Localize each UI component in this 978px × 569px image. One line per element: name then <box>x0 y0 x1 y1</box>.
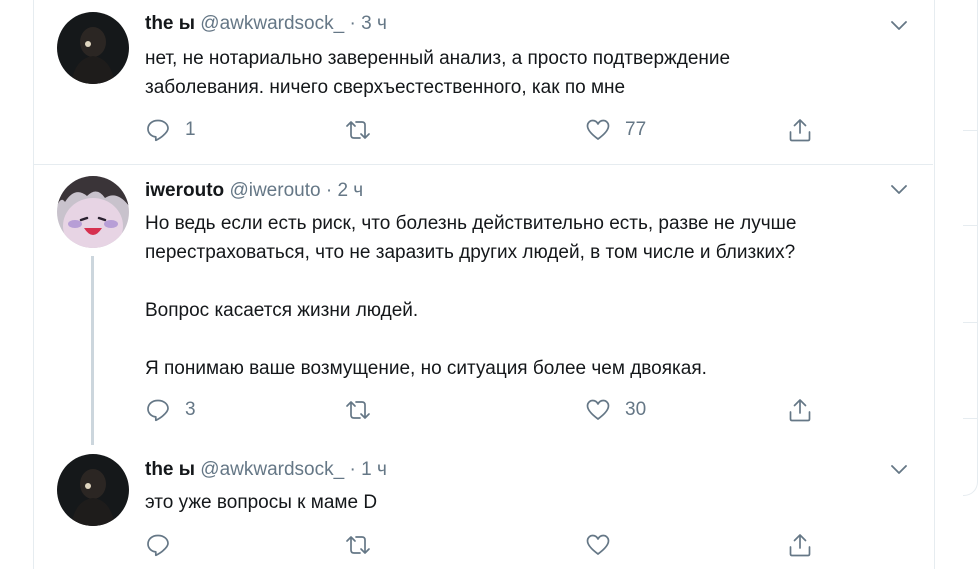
avatar[interactable] <box>57 176 129 248</box>
share-button[interactable] <box>787 395 813 425</box>
tweet-text: нет, не нотариально заверенный анализ, а… <box>145 48 731 98</box>
share-icon <box>787 532 813 558</box>
author-handle[interactable]: @iwerouto <box>229 180 320 201</box>
sidebar-divider <box>963 130 978 131</box>
tweet-text: Но ведь если есть риск, что болезнь дейс… <box>145 213 797 379</box>
reply-button[interactable]: 3 <box>145 395 196 425</box>
avatar[interactable] <box>57 12 129 84</box>
chevron-down-icon[interactable] <box>891 18 907 30</box>
sidebar-divider <box>963 225 978 226</box>
like-button[interactable]: 30 <box>585 395 646 425</box>
tweet-actions: 1 77 <box>145 115 905 145</box>
author-handle[interactable]: @awkwardsock_ <box>200 459 344 480</box>
chevron-down-icon[interactable] <box>891 182 907 194</box>
reply-button[interactable]: 1 <box>145 115 196 145</box>
avatar[interactable] <box>57 454 129 526</box>
sidebar-divider <box>963 418 978 419</box>
like-button[interactable] <box>585 530 625 560</box>
timestamp[interactable]: 2 ч <box>337 180 363 201</box>
tweet-divider <box>33 164 933 165</box>
retweet-button[interactable] <box>344 115 386 145</box>
tweet-actions <box>145 530 905 560</box>
retweet-button[interactable] <box>344 530 386 560</box>
tweet[interactable]: the ы @awkwardsock_ · 1 ч это уже вопрос… <box>33 446 933 569</box>
heart-icon <box>585 117 611 143</box>
author-name[interactable]: the ы <box>145 459 195 480</box>
retweet-icon <box>344 117 372 143</box>
reply-count: 3 <box>185 399 196 420</box>
share-button[interactable] <box>787 530 813 560</box>
separator-dot: · <box>325 180 333 201</box>
timestamp[interactable]: 1 ч <box>361 459 387 480</box>
chevron-down-icon[interactable] <box>891 462 907 474</box>
share-button[interactable] <box>787 115 813 145</box>
sidebar-panel-edge <box>963 0 978 496</box>
reply-icon <box>145 532 171 558</box>
reply-count: 1 <box>185 119 196 140</box>
separator-dot: · <box>349 13 356 34</box>
tweet[interactable]: iwerouto @iwerouto · 2 ч Но ведь если ес… <box>33 166 933 445</box>
share-icon <box>787 117 813 143</box>
reply-button[interactable] <box>145 530 185 560</box>
right-sidebar-edge <box>963 0 978 569</box>
like-count: 30 <box>625 399 647 420</box>
thread-line <box>91 256 94 445</box>
author-name[interactable]: the ы <box>145 13 195 34</box>
tweet-header: the ы @awkwardsock_ · 3 ч <box>145 12 387 36</box>
separator-dot: · <box>349 459 356 480</box>
timestamp[interactable]: 3 ч <box>361 13 387 34</box>
retweet-icon <box>344 532 372 558</box>
author-name[interactable]: iwerouto <box>145 180 224 201</box>
heart-icon <box>585 532 611 558</box>
share-icon <box>787 397 813 423</box>
author-handle[interactable]: @awkwardsock_ <box>200 13 344 34</box>
retweet-icon <box>344 397 372 423</box>
reply-icon <box>145 117 171 143</box>
tweet[interactable]: the ы @awkwardsock_ · 3 ч нет, не нотари… <box>33 0 933 165</box>
heart-icon <box>585 397 611 423</box>
tweet-text: это уже вопросы к маме D <box>145 492 378 513</box>
tweet-header: iwerouto @iwerouto · 2 ч <box>145 179 363 203</box>
like-count: 77 <box>625 119 647 140</box>
retweet-button[interactable] <box>344 395 386 425</box>
reply-icon <box>145 397 171 423</box>
tweet-actions: 3 30 <box>145 395 905 425</box>
sidebar-divider <box>963 322 978 323</box>
like-button[interactable]: 77 <box>585 115 646 145</box>
tweet-header: the ы @awkwardsock_ · 1 ч <box>145 458 387 482</box>
